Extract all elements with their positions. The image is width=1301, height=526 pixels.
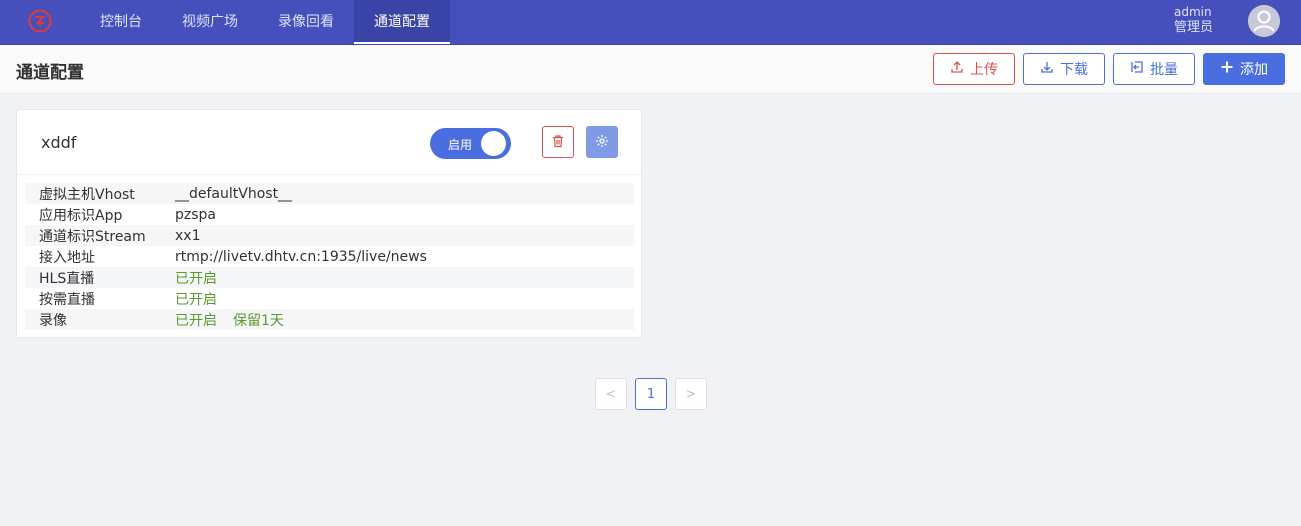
property-key: 按需直播 <box>39 291 95 308</box>
channel-name: xddf <box>41 133 77 152</box>
upload-button[interactable]: 上传 <box>933 53 1015 85</box>
property-key: 应用标识App <box>39 207 123 224</box>
user-avatar-icon[interactable] <box>1248 5 1280 37</box>
gear-icon <box>595 133 609 152</box>
settings-button[interactable] <box>586 126 618 158</box>
user-name: admin <box>1174 5 1212 19</box>
nav-item-dashboard[interactable]: 控制台 <box>80 0 162 44</box>
add-button[interactable]: 添加 <box>1203 53 1285 85</box>
property-row-stream: 通道标识Stream xx1 <box>25 225 634 246</box>
main-nav: 控制台 视频广场 录像回看 通道配置 <box>80 0 450 44</box>
upload-icon <box>950 60 964 78</box>
property-value: xx1 <box>175 227 201 244</box>
property-row-app: 应用标识App pzspa <box>25 204 634 225</box>
enable-switch[interactable]: 启用 <box>430 128 511 159</box>
property-value: __defaultVhost__ <box>175 185 293 202</box>
retention-value: 保留1天 <box>233 312 284 329</box>
property-value: rtmp://livetv.dhtv.cn:1935/live/news <box>175 248 427 265</box>
property-key: 接入地址 <box>39 249 95 266</box>
batch-label: 批量 <box>1150 62 1178 78</box>
nav-item-channel-config[interactable]: 通道配置 <box>354 0 450 44</box>
channel-card: xddf 启用 虚拟主机Vhost __defaultVhost__ 应用标识A… <box>16 109 642 338</box>
nav-item-video-square[interactable]: 视频广场 <box>162 0 258 44</box>
status-value: 已开启 <box>175 312 217 329</box>
property-row-recording: 录像 已开启 保留1天 <box>25 309 634 330</box>
trash-icon <box>551 133 565 152</box>
delete-button[interactable] <box>542 126 574 158</box>
enable-switch-label: 启用 <box>448 138 473 152</box>
page-number-button[interactable]: 1 <box>635 378 667 410</box>
next-page-button[interactable]: > <box>675 378 707 410</box>
status-value: 已开启 <box>175 270 217 287</box>
channel-card-header: xddf 启用 <box>17 110 641 175</box>
property-row-on-demand: 按需直播 已开启 <box>25 288 634 309</box>
download-icon <box>1040 60 1054 78</box>
property-key: HLS直播 <box>39 270 95 287</box>
download-button[interactable]: 下载 <box>1023 53 1105 85</box>
status-value: 已开启 <box>175 291 217 308</box>
property-key: 通道标识Stream <box>39 228 146 245</box>
page-header: 通道配置 上传 下载 批量 添加 <box>0 45 1301 94</box>
page-title: 通道配置 <box>16 63 84 83</box>
nav-item-playback[interactable]: 录像回看 <box>258 0 354 44</box>
upload-label: 上传 <box>970 62 998 78</box>
property-row-source-url: 接入地址 rtmp://livetv.dhtv.cn:1935/live/new… <box>25 246 634 267</box>
property-key: 虚拟主机Vhost <box>39 186 135 203</box>
channel-logo-icon[interactable] <box>28 9 52 33</box>
batch-import-icon <box>1130 60 1144 78</box>
property-row-vhost: 虚拟主机Vhost __defaultVhost__ <box>25 183 634 204</box>
prev-page-button[interactable]: < <box>595 378 627 410</box>
user-role: 管理员 <box>1174 20 1214 35</box>
top-nav-bar: 控制台 视频广场 录像回看 通道配置 admin 管理员 <box>0 0 1301 45</box>
property-value: pzspa <box>175 206 216 223</box>
property-key: 录像 <box>39 312 67 329</box>
download-label: 下载 <box>1060 62 1088 78</box>
user-info[interactable]: admin 管理员 <box>1174 5 1213 36</box>
property-row-hls: HLS直播 已开启 <box>25 267 634 288</box>
add-label: 添加 <box>1240 62 1268 78</box>
plus-icon <box>1220 60 1234 78</box>
batch-button[interactable]: 批量 <box>1113 53 1195 85</box>
channel-properties: 虚拟主机Vhost __defaultVhost__ 应用标识App pzspa… <box>25 183 634 330</box>
enable-switch-knob <box>481 131 506 156</box>
